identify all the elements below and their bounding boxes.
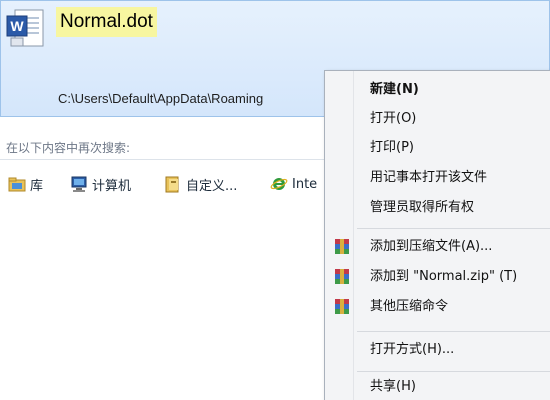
search-again-label: 在以下内容中再次搜索:: [6, 141, 131, 155]
menu-item-share[interactable]: 共享(H): [325, 374, 550, 400]
winrar-icon: [335, 239, 349, 254]
search-location-label: 库: [30, 178, 44, 194]
library-icon: [8, 177, 26, 192]
menu-item-label: 打印(P): [370, 140, 414, 155]
menu-item-label: 用记事本打开该文件: [370, 170, 488, 185]
file-name[interactable]: Normal.dot: [56, 7, 157, 37]
search-location-computer[interactable]: 计算机: [70, 174, 131, 194]
search-location-label: Inte: [292, 176, 318, 192]
internet-explorer-icon: [270, 178, 288, 190]
divider: [0, 159, 330, 160]
menu-item-other-compression[interactable]: 其他压缩命令: [325, 294, 550, 320]
menu-item-label: 共享(H): [370, 379, 416, 394]
menu-item-label: 添加到压缩文件(A)...: [370, 239, 493, 254]
winrar-icon: [335, 299, 349, 314]
search-location-custom[interactable]: 自定义...: [164, 174, 237, 194]
word-document-icon: W: [6, 9, 44, 47]
menu-item-open-with-notepad[interactable]: 用记事本打开该文件: [325, 165, 550, 191]
menu-item-open-with[interactable]: 打开方式(H)...: [325, 337, 550, 363]
menu-item-add-to-zip[interactable]: 添加到 "Normal.zip" (T): [325, 264, 550, 290]
custom-folder-icon: [165, 176, 179, 193]
menu-item-label: 新建(N): [370, 82, 419, 97]
menu-separator: [357, 331, 550, 332]
menu-item-label: 打开方式(H)...: [370, 342, 455, 357]
menu-item-open[interactable]: 打开(O): [325, 106, 550, 132]
search-location-library[interactable]: 库: [8, 174, 43, 194]
search-location-internet[interactable]: Inte: [270, 174, 317, 194]
menu-item-new[interactable]: 新建(N): [325, 77, 550, 103]
menu-item-label: 其他压缩命令: [370, 299, 449, 314]
search-location-label: 自定义...: [186, 178, 238, 194]
winrar-icon: [335, 269, 349, 284]
menu-item-label: 添加到 "Normal.zip" (T): [370, 269, 518, 284]
search-results-page: W Normal.dot C:\Users\Default\AppData\Ro…: [0, 0, 550, 400]
menu-separator: [357, 371, 550, 372]
computer-icon: [71, 176, 87, 192]
menu-item-label: 打开(O): [370, 111, 417, 126]
search-location-label: 计算机: [92, 178, 132, 194]
menu-item-take-ownership[interactable]: 管理员取得所有权: [325, 195, 550, 221]
menu-item-label: 管理员取得所有权: [370, 200, 475, 215]
context-menu: 新建(N) 打开(O) 打印(P) 用记事本打开该文件 管理员取得所有权 添加到…: [324, 70, 550, 400]
file-path: C:\Users\Default\AppData\Roaming: [58, 91, 264, 106]
menu-item-add-to-archive[interactable]: 添加到压缩文件(A)...: [325, 234, 550, 260]
menu-separator: [357, 228, 550, 229]
menu-item-print[interactable]: 打印(P): [325, 135, 550, 161]
svg-text:W: W: [10, 18, 24, 34]
